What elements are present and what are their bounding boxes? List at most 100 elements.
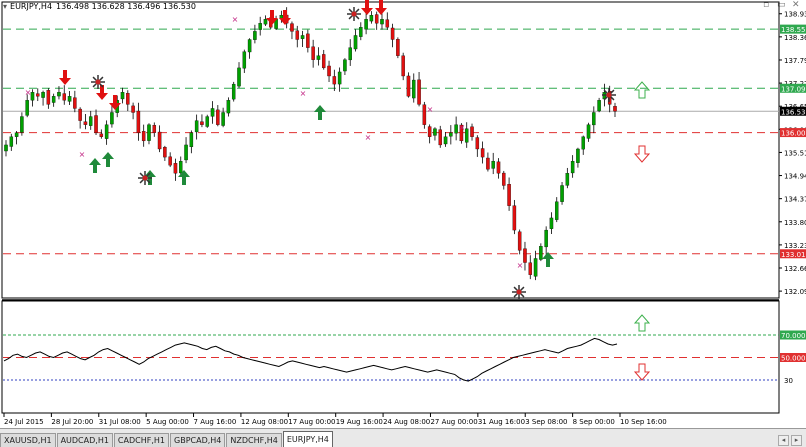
candle-body xyxy=(231,83,236,100)
price-chart[interactable]: ×××××××× 138.935138.365137.795137.225136… xyxy=(0,0,806,428)
candle-body xyxy=(433,128,437,136)
candle-body xyxy=(544,229,548,248)
indicator-tick-label: 30 xyxy=(784,377,793,385)
candle-body xyxy=(327,65,331,77)
candle-body xyxy=(62,93,67,101)
candle-body xyxy=(443,136,448,145)
outline-arrow-up-icon xyxy=(633,314,651,332)
price-tick-label: 137.795 xyxy=(784,57,806,65)
candle-body xyxy=(88,116,93,126)
candle-body xyxy=(25,100,29,116)
candle-body xyxy=(83,121,88,125)
candle-body xyxy=(449,132,453,137)
cross-marker-icon: × xyxy=(232,15,239,24)
tab-eurjpy-h4[interactable]: EURJPY,H4 xyxy=(282,431,333,447)
time-tick-label: 24 Jul 2015 xyxy=(4,418,44,426)
candle-body xyxy=(67,96,72,102)
star-signal-icon xyxy=(347,7,361,21)
candle-body xyxy=(226,100,231,114)
candle-body xyxy=(216,109,220,125)
candle-body xyxy=(343,59,347,72)
cross-marker-icon: × xyxy=(79,150,86,159)
candle-body xyxy=(464,128,469,143)
tab-gbpcad-h4[interactable]: GBPCAD,H4 xyxy=(170,433,226,447)
candle-body xyxy=(502,172,506,186)
chart-title: ▾ EURJPY,H4 136.498 136.628 136.496 136.… xyxy=(3,2,196,11)
collapse-triangle-icon[interactable]: ▾ xyxy=(3,2,7,11)
candle-body xyxy=(406,75,411,97)
candle-body xyxy=(110,112,114,125)
time-tick-label: 19 Aug 16:00 xyxy=(336,418,383,426)
candle-body xyxy=(549,217,554,229)
candle-body xyxy=(374,14,379,24)
outline-arrow-down-icon xyxy=(633,363,651,381)
candle-body xyxy=(253,31,257,40)
candle-body xyxy=(210,108,215,117)
indicator-line xyxy=(3,337,618,382)
candle-body xyxy=(613,106,617,112)
candle-body xyxy=(427,126,432,137)
price-tick-label: 134.945 xyxy=(784,173,806,181)
tab-audcad-h1[interactable]: AUDCAD,H1 xyxy=(56,433,113,447)
candle-body xyxy=(321,54,326,69)
arrow-up-icon xyxy=(102,152,114,167)
candle-body xyxy=(237,67,241,87)
price-tick-label: 134.375 xyxy=(784,196,806,204)
candle-body xyxy=(46,90,51,105)
candle-body xyxy=(560,185,564,202)
candle-body xyxy=(20,116,24,133)
candle-body xyxy=(258,23,262,30)
price-tick-label: 133.235 xyxy=(784,242,806,250)
candle-body xyxy=(4,144,8,152)
price-tick-label: 133.805 xyxy=(784,219,806,227)
cross-marker-icon: × xyxy=(517,261,524,270)
candle-body xyxy=(507,184,511,206)
candle-body xyxy=(385,19,390,28)
candle-body xyxy=(147,124,151,141)
time-tick-label: 5 Aug 00:00 xyxy=(146,418,189,426)
tab-xauusd-h1[interactable]: XAUUSD,H1 xyxy=(0,433,56,447)
tab-scroll-left-icon[interactable]: ◂ xyxy=(778,435,789,446)
candle-body xyxy=(533,258,538,277)
candle-body xyxy=(41,92,45,98)
time-tick-label: 12 Aug 08:00 xyxy=(241,418,288,426)
star-signal-icon xyxy=(91,75,105,89)
time-tick-label: 17 Aug 00:00 xyxy=(288,418,335,426)
outline-arrow-down-icon xyxy=(633,145,651,163)
candle-body xyxy=(126,93,130,105)
candle-body xyxy=(517,231,522,251)
candle-body xyxy=(401,55,405,77)
candle-body xyxy=(290,23,294,32)
time-tick-label: 7 Aug 16:00 xyxy=(194,418,237,426)
candle-body xyxy=(306,33,310,48)
candle-body xyxy=(36,93,40,97)
candle-body xyxy=(194,120,199,133)
candle-body xyxy=(597,100,601,112)
candle-body xyxy=(173,163,178,174)
candle-body xyxy=(581,136,585,150)
arrow-down-icon xyxy=(109,95,121,110)
candle-body xyxy=(523,248,527,263)
price-label-text: 133.016 xyxy=(781,251,806,259)
candle-body xyxy=(570,161,575,174)
candle-body xyxy=(263,19,268,25)
candle-body xyxy=(576,148,580,163)
star-center xyxy=(142,175,148,181)
tab-scroll-right-icon[interactable]: ▸ xyxy=(791,435,802,446)
time-axis: 24 Jul 2015 28 Jul 20:00 31 Jul 08:00 5 Aug… xyxy=(3,413,667,426)
candle-body xyxy=(369,15,374,22)
candle-body xyxy=(152,125,157,133)
candle-body xyxy=(205,116,209,127)
candle-body xyxy=(99,133,104,137)
candle-body xyxy=(512,205,517,231)
price-label-text: 138.556 xyxy=(781,26,806,34)
time-tick-label: 31 Jul 08:00 xyxy=(99,418,141,426)
time-tick-label: 3 Sep 08:00 xyxy=(525,418,567,426)
price-label-text: 136.530 xyxy=(781,108,806,116)
chart-window[interactable]: ▾ EURJPY,H4 136.498 136.628 136.496 136.… xyxy=(0,0,806,428)
tab-nzdchf-h4[interactable]: NZDCHF,H4 xyxy=(226,433,282,447)
arrow-up-icon xyxy=(89,158,101,173)
arrow-down-icon xyxy=(59,70,71,85)
tab-cadchf-h1[interactable]: CADCHF,H1 xyxy=(113,433,169,447)
candle-body xyxy=(470,126,474,137)
